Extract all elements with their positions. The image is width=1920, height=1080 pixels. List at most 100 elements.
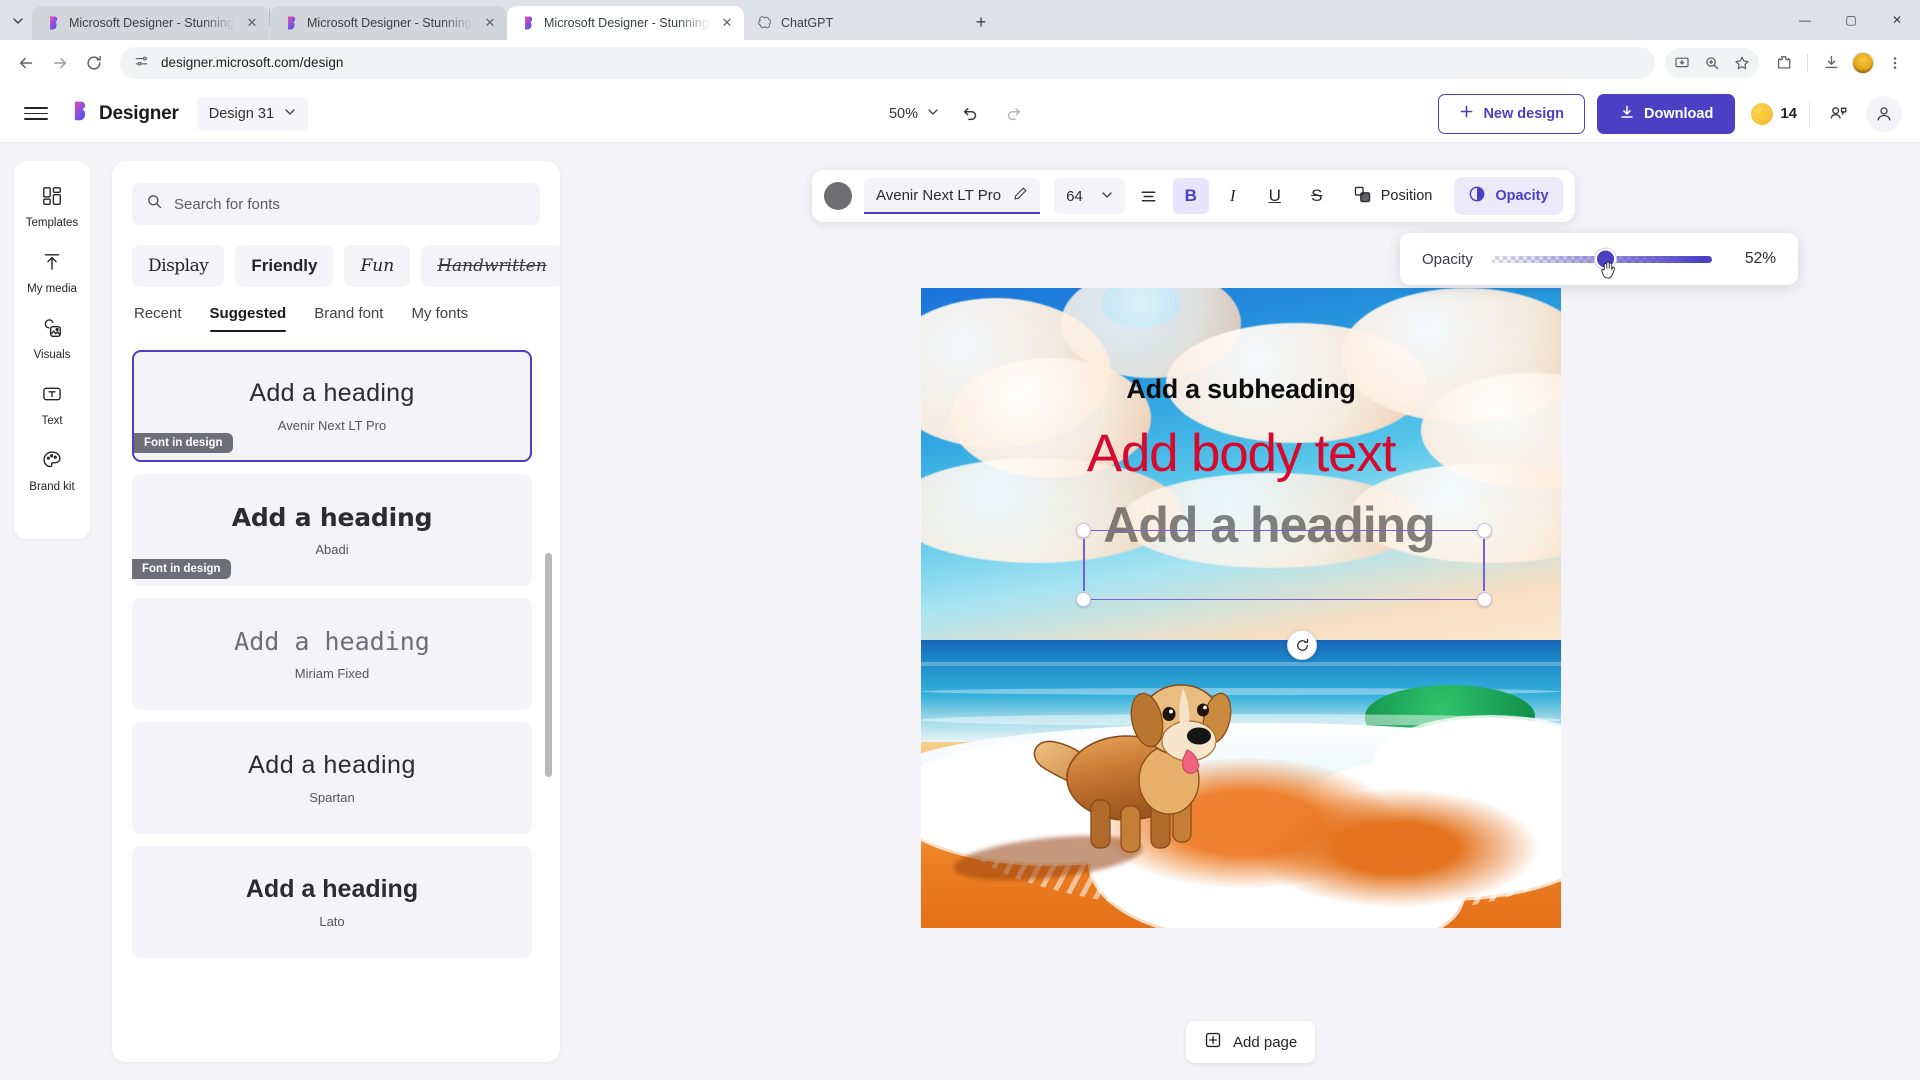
new-tab-button[interactable]: + xyxy=(967,8,995,36)
position-label: Position xyxy=(1380,188,1433,204)
designer-icon xyxy=(44,15,61,32)
font-name-field[interactable]: Avenir Next LT Pro xyxy=(864,178,1041,214)
design-canvas[interactable]: Add a subheading Add body text Add a hea… xyxy=(921,288,1561,928)
maximize-icon[interactable]: ▢ xyxy=(1828,0,1874,40)
minimize-icon[interactable]: — xyxy=(1782,0,1828,40)
resize-handle-top-right[interactable] xyxy=(1477,523,1492,538)
close-icon[interactable]: ✕ xyxy=(718,14,736,32)
browser-toolbar-actions xyxy=(1665,47,1910,78)
sidebar-item-label: Visuals xyxy=(33,349,71,361)
sidebar-item-text[interactable]: Text xyxy=(19,375,85,433)
opacity-button[interactable]: Opacity xyxy=(1454,177,1563,215)
font-sample: Add a heading xyxy=(248,751,416,779)
zoom-icon[interactable] xyxy=(1697,48,1727,78)
tab-my-fonts[interactable]: My fonts xyxy=(411,305,468,332)
tab-brand-font[interactable]: Brand font xyxy=(314,305,383,332)
rotate-icon[interactable] xyxy=(1287,630,1317,660)
tab-title: ChatGPT xyxy=(781,16,834,30)
selection-bounding-box[interactable] xyxy=(1076,523,1492,607)
align-icon[interactable] xyxy=(1131,178,1167,214)
forward-icon[interactable] xyxy=(44,47,76,79)
sidebar-item-brand-kit[interactable]: Brand kit xyxy=(19,441,85,499)
bold-button[interactable]: B xyxy=(1172,178,1209,214)
position-button[interactable]: Position xyxy=(1341,178,1445,214)
chip-fun[interactable]: Fun xyxy=(344,245,411,287)
close-icon[interactable]: ✕ xyxy=(243,14,261,32)
panel-scrollbar[interactable] xyxy=(545,553,552,777)
install-app-icon[interactable] xyxy=(1667,48,1697,78)
font-sample: Add a heading xyxy=(245,875,419,903)
font-list[interactable]: Add a heading Avenir Next LT Pro Font in… xyxy=(112,340,560,1000)
sidebar-item-visuals[interactable]: Visuals xyxy=(19,309,85,367)
templates-grid-icon xyxy=(41,185,63,212)
strikethrough-button[interactable]: S xyxy=(1299,178,1335,214)
redo-icon[interactable] xyxy=(999,98,1031,130)
add-page-button[interactable]: Add page xyxy=(1186,1021,1316,1063)
browser-tab-bar: Microsoft Designer - Stunning d ✕ Micros… xyxy=(0,0,1920,40)
tab-suggested[interactable]: Suggested xyxy=(209,305,286,332)
extensions-icon[interactable] xyxy=(1769,48,1799,78)
font-card[interactable]: Add a heading Spartan xyxy=(132,722,532,834)
window-close-icon[interactable]: ✕ xyxy=(1874,0,1920,40)
tab-recent[interactable]: Recent xyxy=(134,305,182,332)
zoom-dropdown[interactable]: 50% xyxy=(889,106,939,122)
font-name: Spartan xyxy=(309,790,355,805)
bookmark-star-icon[interactable] xyxy=(1727,48,1757,78)
browser-tab-active[interactable]: Microsoft Designer - Stunning d ✕ xyxy=(507,6,744,40)
italic-button[interactable]: I xyxy=(1215,178,1251,214)
tab-search-button[interactable] xyxy=(4,7,32,35)
font-card[interactable]: Add a heading Miriam Fixed xyxy=(132,598,532,710)
new-design-button[interactable]: New design xyxy=(1438,93,1586,134)
downloads-icon[interactable] xyxy=(1816,48,1846,78)
pencil-icon[interactable] xyxy=(1013,186,1028,205)
font-sample: Add a heading xyxy=(231,503,433,532)
credits-indicator[interactable]: ⚡ 14 xyxy=(1751,102,1797,125)
font-size-field[interactable]: 64 xyxy=(1054,178,1125,214)
site-settings-icon[interactable] xyxy=(134,54,149,72)
font-name: Lato xyxy=(319,914,345,929)
browser-tab[interactable]: Microsoft Designer - Stunning d ✕ xyxy=(270,6,507,40)
back-icon[interactable] xyxy=(10,47,42,79)
resize-handle-bottom-left[interactable] xyxy=(1076,592,1091,607)
chip-friendly[interactable]: Friendly xyxy=(235,245,334,287)
text-color-swatch[interactable] xyxy=(824,182,852,210)
chip-display[interactable]: Display xyxy=(132,245,225,287)
search-input[interactable]: Search for fonts xyxy=(132,183,540,225)
profile-avatar-icon[interactable] xyxy=(1848,48,1878,78)
font-card[interactable]: Add a heading Lato xyxy=(132,846,532,958)
resize-handle-bottom-right[interactable] xyxy=(1477,592,1492,607)
underline-button[interactable]: U xyxy=(1257,178,1293,214)
chip-handwritten[interactable]: Handwritten xyxy=(421,245,560,287)
font-card[interactable]: Add a heading Abadi Font in design xyxy=(132,474,532,586)
hamburger-icon[interactable] xyxy=(18,96,54,132)
design-name-label: Design 31 xyxy=(208,105,275,122)
share-people-icon[interactable] xyxy=(1822,98,1854,130)
sidebar-item-templates[interactable]: Templates xyxy=(19,177,85,235)
canvas-subheading-text[interactable]: Add a subheading xyxy=(921,374,1561,405)
font-name: Avenir Next LT Pro xyxy=(277,418,387,433)
undo-icon[interactable] xyxy=(953,98,985,130)
design-name-dropdown[interactable]: Design 31 xyxy=(196,96,309,131)
download-button[interactable]: Download xyxy=(1597,93,1736,134)
font-card[interactable]: Add a heading Avenir Next LT Pro Font in… xyxy=(132,350,532,462)
close-icon[interactable]: ✕ xyxy=(481,14,499,32)
account-avatar[interactable] xyxy=(1866,95,1902,132)
browser-tab[interactable]: Microsoft Designer - Stunning d ✕ xyxy=(32,6,269,40)
app-header: Designer Design 31 50% New design Downlo… xyxy=(0,85,1920,143)
reload-icon[interactable] xyxy=(78,47,110,79)
three-dot-menu-icon[interactable] xyxy=(1880,48,1910,78)
browser-tab[interactable]: ChatGPT xyxy=(744,6,959,40)
sidebar-item-my-media[interactable]: My media xyxy=(19,243,85,301)
opacity-slider[interactable] xyxy=(1490,248,1712,279)
address-bar[interactable]: designer.microsoft.com/design xyxy=(120,46,1655,79)
upload-arrow-icon xyxy=(41,251,63,278)
resize-handle-top-left[interactable] xyxy=(1076,523,1091,538)
opacity-popover: Opacity 52% xyxy=(1400,233,1798,285)
sidebar-item-label: Brand kit xyxy=(29,481,75,493)
dog-illustration xyxy=(1029,658,1244,858)
designer-icon xyxy=(519,15,536,32)
tab-title: Microsoft Designer - Stunning d xyxy=(69,16,235,30)
font-size-value: 64 xyxy=(1066,187,1083,205)
brand[interactable]: Designer xyxy=(68,100,179,127)
canvas-body-text[interactable]: Add body text xyxy=(921,423,1561,484)
